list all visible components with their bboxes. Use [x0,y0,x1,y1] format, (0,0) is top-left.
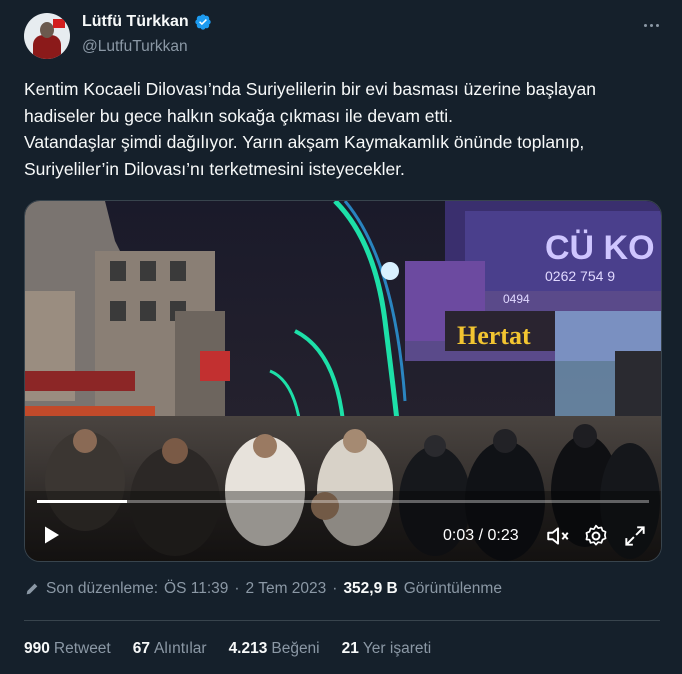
video-progress-track[interactable] [37,500,649,503]
shop-sign-hertat: Hertat [457,321,531,350]
tweet-text-line: Vatandaşlar şimdi dağılıyor. Yarın akşam… [24,132,585,152]
author-display-name[interactable]: Lütfü Türkkan [82,13,189,31]
video-time-readout: 0:03 / 0:23 [443,527,519,544]
author-avatar[interactable] [24,13,70,59]
more-options-icon[interactable] [640,14,662,36]
avatar-face [40,22,54,38]
tweet-time[interactable]: ÖS 11:39 [164,580,228,598]
phone-sign: 0262 754 9 [545,268,615,284]
video-frame: CÜ KO 0494 0262 754 9 Hertat [25,201,661,561]
meta-separator: · [234,580,240,597]
verified-badge-icon[interactable] [194,13,212,31]
play-icon[interactable] [39,523,63,547]
tweet-text: Kentim Kocaeli Dilovası’nda Suriyelileri… [24,76,664,182]
shop-sign-top: CÜ KO [545,229,655,267]
stat-label: Alıntılar [154,640,207,657]
tweet-text-line: Suriyeliler’in Dilovası’nı terketmesini … [24,158,405,179]
stat-label: Beğeni [271,640,320,657]
stat-likes[interactable]: 4.213 Beğeni [229,640,320,658]
stat-quotes[interactable]: 67 Alıntılar [133,640,207,658]
stat-label: Retweet [53,640,111,657]
video-player[interactable]: CÜ KO 0494 0262 754 9 Hertat 0:03 / 0:23 [24,200,662,562]
stat-count: 4.213 [228,640,268,657]
stat-count: 21 [341,640,359,657]
views-label: Görüntülenme [403,580,502,597]
pencil-icon [26,583,38,595]
divider [24,620,660,621]
tweet-text-line: hadiseler bu gece halkın sokağa çıkması … [24,105,453,126]
author-handle[interactable]: @LutfuTurkkan [82,38,188,56]
avatar-flag [53,19,65,28]
stat-count: 990 [24,640,50,657]
stat-label: Yer işareti [362,640,432,657]
tweet-text-line: Kentim Kocaeli Dilovası’nda Suriyelileri… [24,79,596,99]
video-progress-fill [37,500,127,503]
tweet-meta-row: Son düzenleme: ÖS 11:39 · 2 Tem 2023 · 3… [24,580,502,598]
author-name-row: Lütfü Türkkan [82,13,212,31]
phone-sign-secondary: 0494 [503,292,530,306]
stat-bookmarks[interactable]: 21 Yer işareti [342,640,432,658]
stat-count: 67 [132,640,150,657]
engagement-stats: 990 Retweet 67 Alıntılar 4.213 Beğeni 21 Yer… [24,640,431,658]
stat-retweets[interactable]: 990 Retweet [24,640,111,658]
edited-label[interactable]: Son düzenleme: [46,580,158,598]
fullscreen-icon[interactable] [622,523,648,549]
settings-gear-icon[interactable] [583,523,609,549]
views-count: 352,9 B [343,580,398,597]
avatar-shirt [33,35,61,59]
volume-muted-icon[interactable] [545,523,571,549]
tweet-date[interactable]: 2 Tem 2023 [246,580,327,598]
meta-separator: · [332,580,338,597]
